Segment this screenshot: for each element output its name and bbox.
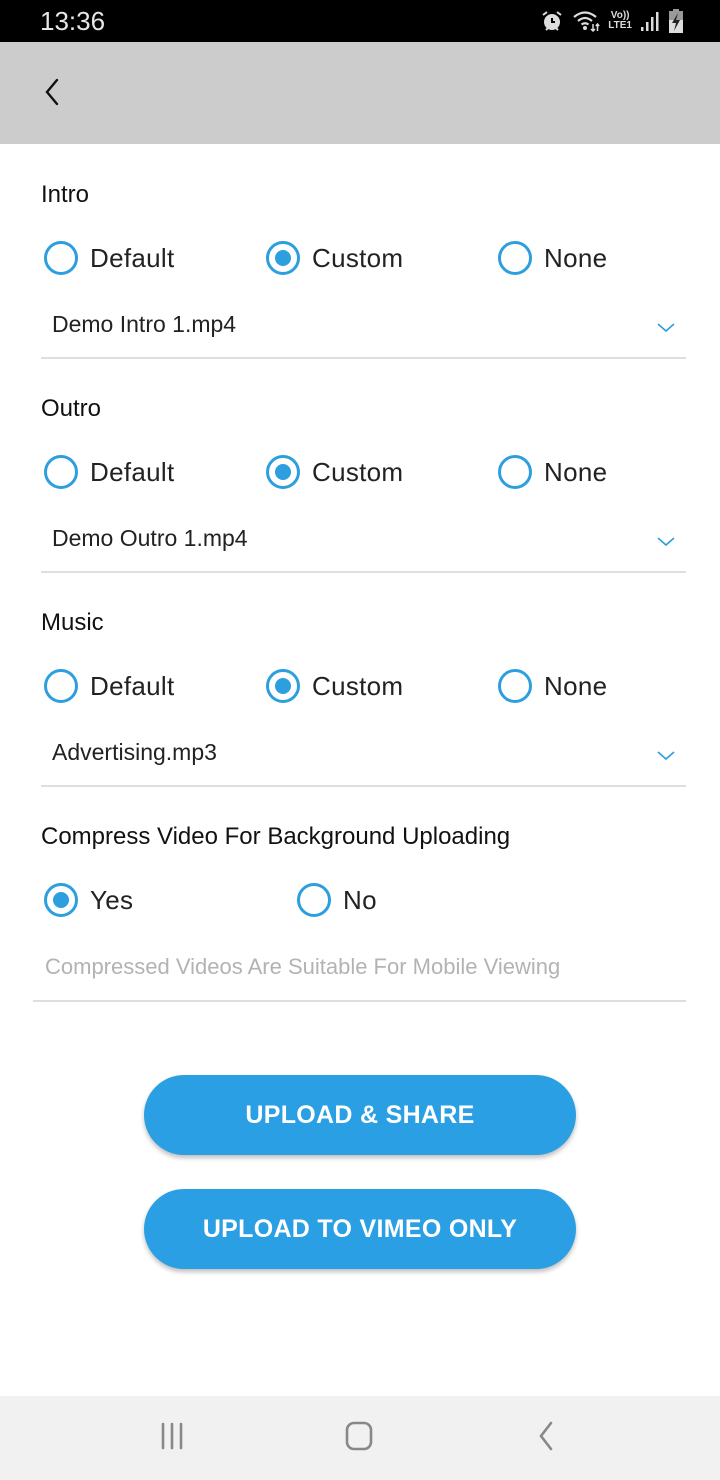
- radio-checked-icon: [44, 883, 78, 917]
- recent-apps-button[interactable]: [150, 1418, 194, 1458]
- radio-unchecked-icon: [498, 241, 532, 275]
- outro-file-dropdown[interactable]: Demo Outro 1.mp4: [41, 517, 686, 573]
- radio-unchecked-icon: [498, 455, 532, 489]
- radio-label: None: [544, 670, 608, 701]
- compress-yes-radio[interactable]: Yes: [44, 883, 133, 917]
- back-button[interactable]: [30, 72, 74, 116]
- back-icon: [534, 1420, 558, 1457]
- radio-label: Yes: [90, 884, 134, 915]
- section-title: Compress Video For Background Uploading: [41, 823, 511, 850]
- status-bar: 13:36 Vo)) LTE1: [0, 0, 720, 42]
- intro-custom-radio[interactable]: Custom: [266, 241, 403, 275]
- intro-none-radio[interactable]: None: [498, 241, 607, 275]
- chevron-left-icon: [40, 76, 64, 113]
- radio-label: No: [343, 884, 377, 915]
- intro-file-dropdown[interactable]: Demo Intro 1.mp4: [41, 303, 686, 359]
- lte-label: LTE1: [608, 20, 632, 31]
- home-button[interactable]: [337, 1418, 381, 1458]
- volte-lte-icon: Vo)) LTE1: [608, 11, 632, 31]
- section-title: Intro: [41, 181, 90, 208]
- section-title: Music: [41, 609, 104, 636]
- radio-label: Default: [90, 670, 175, 701]
- system-back-button[interactable]: [524, 1418, 568, 1458]
- intro-default-radio[interactable]: Default: [44, 241, 174, 275]
- radio-unchecked-icon: [44, 241, 78, 275]
- dropdown-value: Demo Outro 1.mp4: [52, 525, 248, 551]
- radio-label: Custom: [312, 456, 404, 487]
- dropdown-value: Advertising.mp3: [52, 739, 217, 765]
- radio-unchecked-icon: [44, 455, 78, 489]
- chevron-down-icon: [656, 321, 676, 339]
- radio-label: None: [544, 242, 608, 273]
- alarm-icon: [540, 9, 564, 33]
- radio-checked-icon: [266, 241, 300, 275]
- compress-helper-field: Compressed Videos Are Suitable For Mobil…: [33, 944, 686, 1002]
- radio-label: Custom: [312, 670, 404, 701]
- radio-label: Custom: [312, 242, 404, 273]
- music-none-radio[interactable]: None: [498, 669, 607, 703]
- battery-charging-icon: [668, 8, 684, 34]
- upload-share-button[interactable]: UPLOAD & SHARE: [144, 1075, 576, 1155]
- section-title: Outro: [41, 395, 102, 422]
- outro-default-radio[interactable]: Default: [44, 455, 174, 489]
- signal-icon: [640, 9, 660, 33]
- dropdown-value: Demo Intro 1.mp4: [52, 311, 237, 337]
- music-custom-radio[interactable]: Custom: [266, 669, 403, 703]
- radio-unchecked-icon: [498, 669, 532, 703]
- status-icons: Vo)) LTE1: [540, 6, 684, 36]
- recent-apps-icon: [157, 1421, 187, 1456]
- home-icon: [343, 1420, 375, 1457]
- upload-vimeo-only-button[interactable]: UPLOAD TO VIMEO ONLY: [144, 1189, 576, 1269]
- outro-none-radio[interactable]: None: [498, 455, 607, 489]
- radio-label: None: [544, 456, 608, 487]
- status-time: 13:36: [40, 6, 106, 36]
- radio-checked-icon: [266, 669, 300, 703]
- music-file-dropdown[interactable]: Advertising.mp3: [41, 731, 686, 787]
- outro-custom-radio[interactable]: Custom: [266, 455, 403, 489]
- system-nav-bar: [0, 1396, 720, 1480]
- radio-unchecked-icon: [297, 883, 331, 917]
- music-default-radio[interactable]: Default: [44, 669, 174, 703]
- wifi-icon: [572, 9, 601, 33]
- chevron-down-icon: [656, 535, 676, 553]
- compress-no-radio[interactable]: No: [297, 883, 377, 917]
- chevron-down-icon: [656, 749, 676, 767]
- radio-checked-icon: [266, 455, 300, 489]
- radio-label: Default: [90, 456, 175, 487]
- helper-text: Compressed Videos Are Suitable For Mobil…: [45, 954, 561, 979]
- app-bar: [0, 42, 720, 144]
- radio-label: Default: [90, 242, 175, 273]
- radio-unchecked-icon: [44, 669, 78, 703]
